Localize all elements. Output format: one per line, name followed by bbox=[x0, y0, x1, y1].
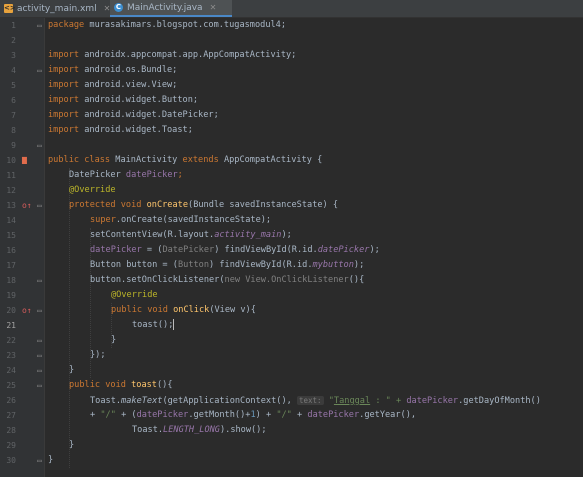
fold-marker-icon[interactable]: ▭ bbox=[37, 351, 42, 361]
line-number: 23 bbox=[6, 351, 16, 360]
code-line-8: import android.widget.Toast; bbox=[48, 125, 193, 135]
code-editor[interactable]: package murasakimars.blogspot.com.tugasm… bbox=[45, 18, 583, 477]
code-line-29: } bbox=[69, 440, 75, 450]
tab-label: MainActivity.java bbox=[127, 2, 203, 13]
code-line-4: import android.os.Bundle; bbox=[48, 65, 178, 75]
line-number: 19 bbox=[6, 291, 16, 300]
line-number: 1 bbox=[11, 21, 16, 30]
line-number: 26 bbox=[6, 396, 16, 405]
xml-file-icon: <> bbox=[4, 4, 16, 13]
code-line-23: }); bbox=[90, 350, 106, 360]
code-line-22: } bbox=[111, 335, 117, 345]
override-method-icon[interactable]: o↑ bbox=[22, 201, 32, 211]
code-line-16: datePicker = (DatePicker) findViewById(R… bbox=[90, 245, 380, 255]
code-line-6: import android.widget.Button; bbox=[48, 95, 199, 105]
line-number: 16 bbox=[6, 246, 16, 255]
editor-tab-bar: <> activity_main.xml ✕ C MainActivity.ja… bbox=[0, 0, 583, 18]
fold-marker-icon[interactable]: ▭ bbox=[37, 366, 42, 376]
code-line-30: } bbox=[48, 455, 54, 465]
line-number: 15 bbox=[6, 231, 16, 240]
line-number: 6 bbox=[11, 96, 16, 105]
code-line-1: package murasakimars.blogspot.com.tugasm… bbox=[48, 20, 287, 30]
line-number-gutter[interactable]: 1 2 3 4 5 6 7 8 9 10 11 12 13 14 15 16 1… bbox=[0, 18, 45, 477]
line-number: 24 bbox=[6, 366, 16, 375]
tab-activity-main-xml[interactable]: <> activity_main.xml ✕ bbox=[0, 0, 110, 17]
code-line-24: } bbox=[69, 365, 75, 375]
code-line-18: button.setOnClickListener(new View.OnCli… bbox=[90, 275, 365, 285]
code-line-14: super.onCreate(savedInstanceState); bbox=[90, 215, 272, 225]
code-line-20: public void onClick(View v){ bbox=[111, 305, 256, 315]
code-line-19: @Override bbox=[111, 290, 158, 300]
fold-marker-icon[interactable]: ▭ bbox=[37, 381, 42, 391]
line-number: 30 bbox=[6, 456, 16, 465]
tab-label: activity_main.xml bbox=[17, 3, 97, 14]
line-number: 3 bbox=[11, 51, 16, 60]
code-line-21: toast(); bbox=[132, 319, 175, 330]
line-number: 2 bbox=[11, 36, 16, 45]
code-line-27: + "/" + (datePicker.getMonth()+1) + "/" … bbox=[90, 410, 417, 420]
fold-marker-icon[interactable]: ▭ bbox=[37, 276, 42, 286]
line-number: 12 bbox=[6, 186, 16, 195]
line-number: 5 bbox=[11, 81, 16, 90]
close-icon[interactable]: ✕ bbox=[210, 3, 217, 12]
fold-marker-icon[interactable]: ▭ bbox=[37, 21, 42, 31]
line-number: 8 bbox=[11, 126, 16, 135]
line-number: 14 bbox=[6, 216, 16, 225]
code-line-10: public class MainActivity extends AppCom… bbox=[48, 155, 323, 165]
line-number: 17 bbox=[6, 261, 16, 270]
line-number: 7 bbox=[11, 111, 16, 120]
fold-marker-icon[interactable]: ▭ bbox=[37, 306, 42, 316]
line-number: 9 bbox=[11, 141, 16, 150]
code-line-13: protected void onCreate(Bundle savedInst… bbox=[69, 200, 339, 210]
line-number: 18 bbox=[6, 276, 16, 285]
code-line-3: import androidx.appcompat.app.AppCompatA… bbox=[48, 50, 297, 60]
fold-marker-icon[interactable]: ▭ bbox=[37, 456, 42, 466]
fold-marker-icon[interactable]: ▭ bbox=[37, 201, 42, 211]
line-number: 20 bbox=[6, 306, 16, 315]
code-line-12: @Override bbox=[69, 185, 116, 195]
code-line-5: import android.view.View; bbox=[48, 80, 178, 90]
line-number: 29 bbox=[6, 441, 16, 450]
line-number: 25 bbox=[6, 381, 16, 390]
line-number: 21 bbox=[6, 321, 16, 330]
line-number: 10 bbox=[6, 156, 16, 165]
parameter-hint: text: bbox=[296, 396, 324, 405]
line-number: 22 bbox=[6, 336, 16, 345]
code-line-28: Toast.LENGTH_LONG).show(); bbox=[132, 425, 267, 435]
indent-guide bbox=[69, 168, 70, 468]
code-line-11: DatePicker datePicker; bbox=[69, 170, 183, 180]
code-line-7: import android.widget.DatePicker; bbox=[48, 110, 219, 120]
fold-marker-icon[interactable]: ▭ bbox=[37, 336, 42, 346]
override-method-icon[interactable]: o↑ bbox=[22, 306, 32, 316]
text-caret bbox=[173, 319, 175, 330]
line-number: 28 bbox=[6, 426, 16, 435]
code-line-17: Button button = (Button) findViewById(R.… bbox=[90, 260, 365, 270]
code-line-26: Toast.makeText(getApplicationContext(), … bbox=[90, 396, 541, 406]
fold-marker-icon[interactable]: ▭ bbox=[37, 141, 42, 151]
line-number: 13 bbox=[6, 201, 16, 210]
line-number: 4 bbox=[11, 66, 16, 75]
line-number: 27 bbox=[6, 411, 16, 420]
fold-marker-icon[interactable]: ▭ bbox=[37, 66, 42, 76]
line-number: 11 bbox=[6, 171, 16, 180]
code-line-15: setContentView(R.layout.activity_main); bbox=[90, 230, 292, 240]
android-activity-icon[interactable]: ▆ bbox=[22, 155, 27, 165]
java-class-icon: C bbox=[114, 3, 123, 12]
tab-main-activity-java[interactable]: C MainActivity.java ✕ bbox=[110, 0, 232, 17]
code-line-25: public void toast(){ bbox=[69, 380, 173, 390]
